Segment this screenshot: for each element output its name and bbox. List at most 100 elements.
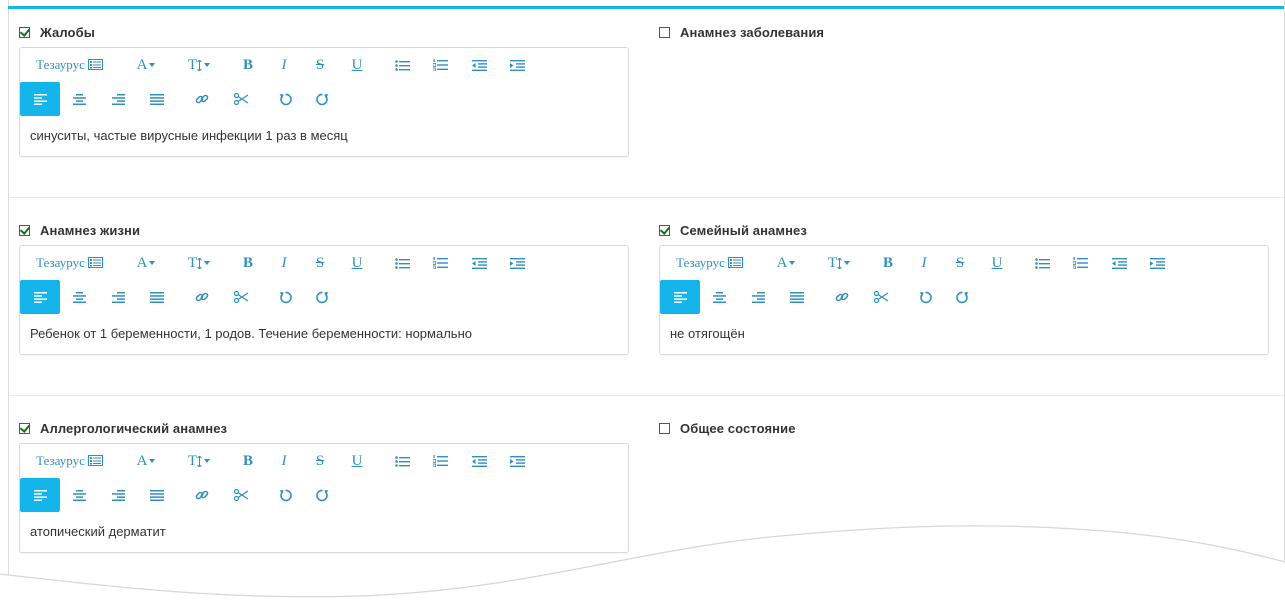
font-size-dropdown[interactable]: T [182, 48, 216, 82]
bullet-list-button[interactable] [390, 246, 414, 280]
align-left-button[interactable] [20, 280, 60, 314]
align-left-button[interactable] [660, 280, 700, 314]
redo-button[interactable] [950, 280, 974, 314]
underline-button[interactable]: U [985, 246, 1009, 280]
thesaurus-button[interactable]: Тезаурус [32, 444, 108, 478]
align-justify-button[interactable] [145, 280, 169, 314]
bullet-list-button[interactable] [1030, 246, 1054, 280]
italic-button[interactable]: I [272, 246, 296, 280]
insert-link-button[interactable] [830, 280, 854, 314]
underline-button[interactable]: U [345, 444, 369, 478]
align-right-button[interactable] [746, 280, 770, 314]
align-left-icon [33, 291, 47, 303]
font-family-dropdown[interactable]: A [130, 444, 162, 478]
field-header: Анамнез жизни [19, 222, 629, 238]
align-justify-button[interactable] [785, 280, 809, 314]
undo-button[interactable] [273, 478, 297, 512]
strikethrough-button[interactable]: S [308, 444, 332, 478]
font-family-dropdown[interactable]: A [770, 246, 802, 280]
indent-button[interactable] [1145, 246, 1169, 280]
font-family-dropdown[interactable]: A [130, 246, 162, 280]
undo-button[interactable] [273, 280, 297, 314]
unlink-button[interactable] [229, 280, 253, 314]
outdent-icon [471, 455, 487, 467]
numbered-list-icon [1072, 257, 1088, 269]
undo-button[interactable] [273, 82, 297, 116]
numbered-list-button[interactable] [1068, 246, 1092, 280]
font-size-dropdown[interactable]: T [182, 444, 216, 478]
align-justify-button[interactable] [145, 82, 169, 116]
complaints-checkbox[interactable] [19, 26, 30, 38]
align-right-icon [751, 291, 765, 303]
outdent-button[interactable] [1107, 246, 1131, 280]
underline-button[interactable]: U [345, 48, 369, 82]
align-left-button[interactable] [20, 478, 60, 512]
section-divider [9, 197, 1284, 198]
outdent-button[interactable] [467, 48, 491, 82]
insert-link-button[interactable] [190, 280, 214, 314]
font-size-dropdown[interactable]: T [182, 246, 216, 280]
strikethrough-button[interactable]: S [948, 246, 972, 280]
bold-button[interactable]: B [876, 246, 900, 280]
outdent-button[interactable] [467, 444, 491, 478]
strikethrough-button[interactable]: S [308, 48, 332, 82]
underline-button[interactable]: U [345, 246, 369, 280]
outdent-button[interactable] [467, 246, 491, 280]
disease-history-checkbox[interactable] [659, 26, 670, 38]
field-header: Анамнез заболевания [659, 24, 1269, 40]
align-center-button[interactable] [67, 478, 91, 512]
align-center-button[interactable] [67, 280, 91, 314]
undo-button[interactable] [913, 280, 937, 314]
thesaurus-button[interactable]: Тезаурус [32, 48, 108, 82]
family-history-checkbox[interactable] [659, 224, 670, 236]
life-history-text[interactable]: Ребенок от 1 беременности, 1 родов. Тече… [20, 314, 628, 354]
life-history-checkbox[interactable] [19, 224, 30, 236]
align-right-button[interactable] [106, 280, 130, 314]
insert-link-button[interactable] [190, 82, 214, 116]
thesaurus-button[interactable]: Тезаурус [32, 246, 108, 280]
align-right-icon [111, 93, 125, 105]
unlink-button[interactable] [229, 478, 253, 512]
text-size-icon: T [827, 254, 838, 271]
numbered-list-button[interactable] [428, 246, 452, 280]
align-right-button[interactable] [106, 82, 130, 116]
align-justify-button[interactable] [145, 478, 169, 512]
indent-icon [509, 455, 525, 467]
font-size-dropdown[interactable]: T [822, 246, 856, 280]
strikethrough-button[interactable]: S [308, 246, 332, 280]
bold-icon: B [242, 452, 253, 469]
numbered-list-button[interactable] [428, 444, 452, 478]
bullet-list-button[interactable] [390, 48, 414, 82]
align-left-button[interactable] [20, 82, 60, 116]
bold-button[interactable]: B [236, 246, 260, 280]
italic-button[interactable]: I [272, 48, 296, 82]
redo-button[interactable] [310, 280, 334, 314]
redo-button[interactable] [310, 82, 334, 116]
complaints-text[interactable]: синуситы, частые вирусные инфекции 1 раз… [20, 116, 628, 156]
font-family-dropdown[interactable]: A [130, 48, 162, 82]
toolbar-row-align [20, 280, 628, 314]
numbered-list-button[interactable] [428, 48, 452, 82]
family-history-text[interactable]: не отягощён [660, 314, 1268, 354]
bold-button[interactable]: B [236, 48, 260, 82]
indent-button[interactable] [505, 246, 529, 280]
link-icon [195, 490, 209, 500]
redo-button[interactable] [310, 478, 334, 512]
unlink-button[interactable] [229, 82, 253, 116]
unlink-button[interactable] [869, 280, 893, 314]
align-right-button[interactable] [106, 478, 130, 512]
indent-icon [509, 59, 525, 71]
chevron-down-icon [844, 261, 851, 265]
align-center-button[interactable] [67, 82, 91, 116]
thesaurus-button[interactable]: Тезаурус [672, 246, 748, 280]
bullet-list-button[interactable] [390, 444, 414, 478]
indent-button[interactable] [505, 444, 529, 478]
general-state-checkbox[interactable] [659, 422, 670, 434]
insert-link-button[interactable] [190, 478, 214, 512]
bold-button[interactable]: B [236, 444, 260, 478]
italic-button[interactable]: I [912, 246, 936, 280]
indent-button[interactable] [505, 48, 529, 82]
italic-button[interactable]: I [272, 444, 296, 478]
align-center-button[interactable] [707, 280, 731, 314]
allergy-history-checkbox[interactable] [19, 422, 30, 434]
